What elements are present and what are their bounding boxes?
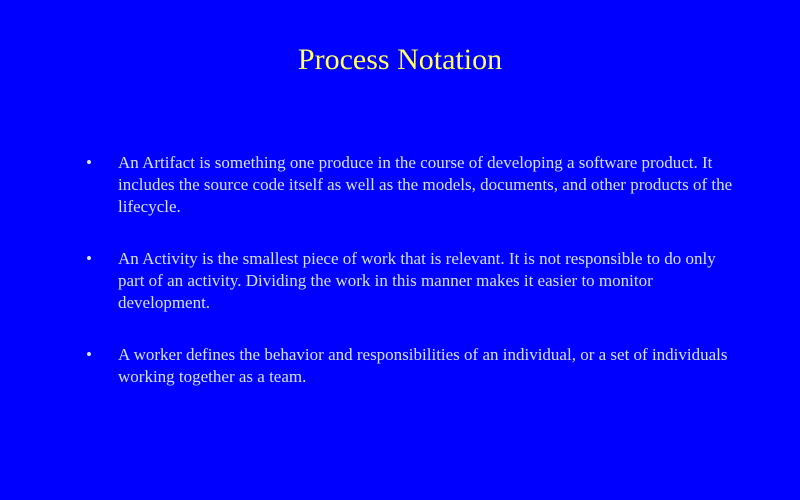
bullet-icon: • — [86, 345, 92, 364]
bullet-item-worker: • A worker defines the behavior and resp… — [86, 344, 746, 388]
bullet-icon: • — [86, 153, 92, 172]
bullet-item-activity: • An Activity is the smallest piece of w… — [86, 248, 746, 314]
bullet-text: An Activity is the smallest piece of wor… — [118, 249, 716, 312]
bullet-text: An Artifact is something one produce in … — [118, 153, 733, 216]
bullet-item-artifact: • An Artifact is something one produce i… — [86, 152, 746, 218]
slide: Process Notation • An Artifact is someth… — [0, 0, 800, 500]
bullet-list: • An Artifact is something one produce i… — [86, 152, 746, 418]
bullet-text: A worker defines the behavior and respon… — [118, 345, 728, 386]
bullet-icon: • — [86, 249, 92, 268]
slide-title: Process Notation — [297, 43, 503, 76]
